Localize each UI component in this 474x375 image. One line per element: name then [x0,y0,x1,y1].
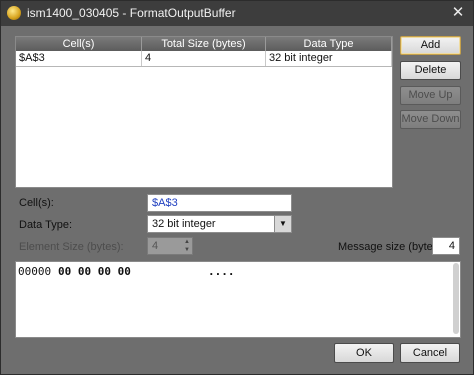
message-size-label: Message size (bytes): [338,241,445,253]
cancel-button[interactable]: Cancel [400,343,460,363]
cells-table: Cell(s) Total Size (bytes) Data Type $A$… [15,36,393,188]
table-header: Cell(s) Total Size (bytes) Data Type [16,37,392,51]
element-size-label: Element Size (bytes): [19,241,124,253]
dialog-body: Cell(s) Total Size (bytes) Data Type $A$… [1,26,473,374]
ok-button[interactable]: OK [334,343,394,363]
chevron-down-icon[interactable]: ▼ [274,216,291,232]
app-icon [7,6,21,20]
title-bar: ism1400_030405 - FormatOutputBuffer ✕ [1,1,473,26]
hex-ascii: .... [208,265,235,278]
element-size-value: 4 [152,240,159,252]
message-size-field[interactable]: 4 [432,237,460,255]
window-title: ism1400_030405 - FormatOutputBuffer [27,6,236,20]
close-icon[interactable]: ✕ [449,4,467,22]
cell-data-type: 32 bit integer [266,51,392,66]
data-type-select[interactable]: 32 bit integer ▼ [147,215,292,233]
hex-dump-view[interactable]: 00000 00 00 00 00 .... [15,261,461,338]
hex-offset: 00000 [18,265,52,278]
cell-cells: $A$3 [16,51,142,66]
column-header-data-type[interactable]: Data Type [266,37,392,51]
cells-input[interactable]: $A$3 [147,194,292,212]
delete-button[interactable]: Delete [400,61,461,80]
add-button[interactable]: Add [400,36,461,55]
cell-total-size: 4 [142,51,266,66]
hex-bytes: 00 00 00 00 [58,265,131,278]
move-down-button[interactable]: Move Down [400,110,461,129]
table-row[interactable]: $A$3 4 32 bit integer [16,51,392,67]
dialog-window: ism1400_030405 - FormatOutputBuffer ✕ Ce… [0,0,474,375]
cells-label: Cell(s): [19,197,54,209]
data-type-value: 32 bit integer [152,218,216,230]
spin-arrows-icon[interactable]: ▲ ▼ [182,238,192,254]
element-size-stepper[interactable]: 4 ▲ ▼ [147,237,193,255]
scrollbar[interactable] [453,263,459,334]
data-type-label: Data Type: [19,219,72,231]
column-header-total-size[interactable]: Total Size (bytes) [142,37,266,51]
move-up-button[interactable]: Move Up [400,86,461,105]
column-header-cells[interactable]: Cell(s) [16,37,142,51]
